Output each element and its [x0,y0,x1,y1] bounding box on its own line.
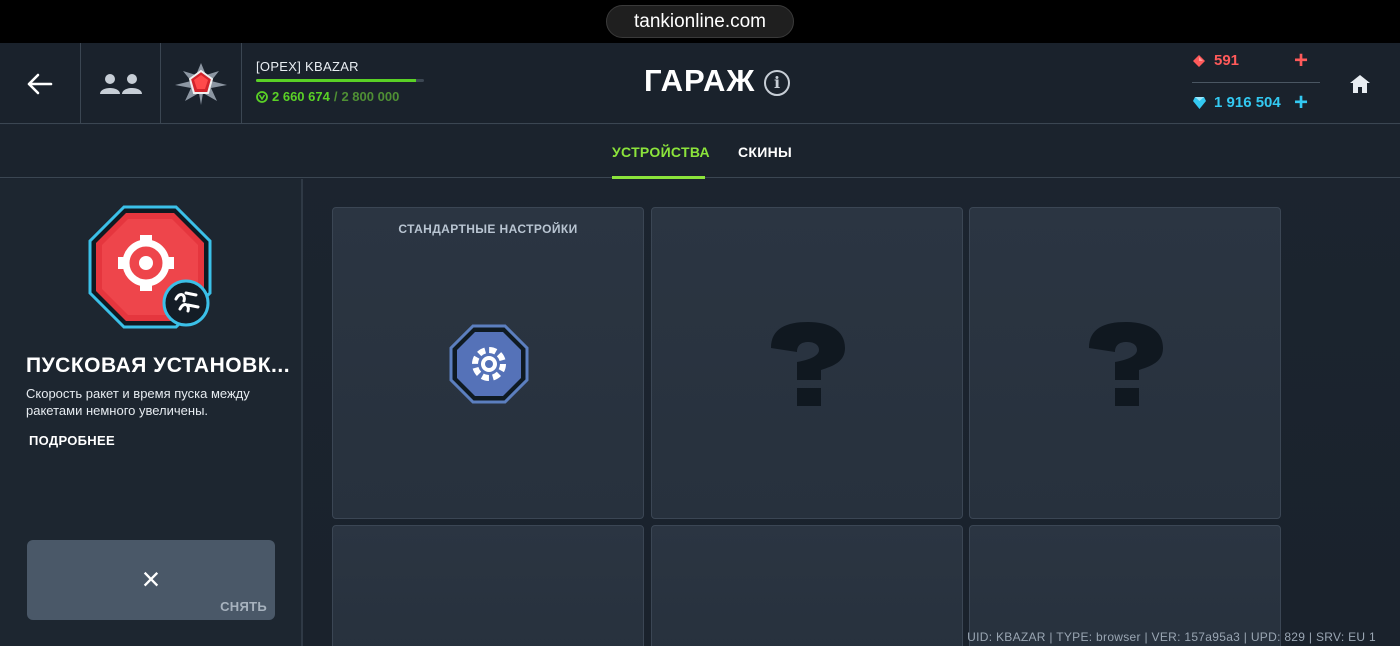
player-name: [OPEX] KBAZAR [256,59,359,74]
device-details-panel: ПУСКОВАЯ УСТАНОВК... Скорость ракет и вр… [0,179,303,646]
question-icon [763,638,853,646]
xp-separator: / [333,89,338,104]
currency-divider [1192,82,1320,83]
rank-button[interactable] [161,43,242,124]
ruby-balance: 591 + [1192,48,1320,72]
launcher-device-icon [88,205,212,329]
ruby-amount: 591 [1214,52,1240,69]
crystal-icon [1192,95,1208,111]
gear-icon [449,324,529,404]
top-header: [OPEX] KBAZAR 2 660 674 / 2 800 000 ГАРА… [0,43,1400,124]
crystal-amount: 1 916 504 [1214,94,1281,111]
info-button[interactable]: i [764,70,790,96]
device-card-locked[interactable] [969,525,1281,646]
remove-button[interactable]: × СНЯТЬ [27,540,275,620]
add-rubies-button[interactable]: + [1294,48,1308,72]
device-description: Скорость ракет и время пуска между ракет… [26,386,250,418]
rank-emblem-icon [175,62,227,105]
close-icon: × [141,561,161,597]
remove-label: СНЯТЬ [220,599,267,614]
back-button[interactable] [0,43,81,124]
xp-progress-fill [256,79,416,82]
xp-max: 2 800 000 [341,89,400,104]
device-card-locked[interactable] [651,525,963,646]
home-button[interactable] [1340,70,1380,98]
device-card-standard[interactable]: СТАНДАРТНЫЕ НАСТРОЙКИ [332,207,644,519]
device-name: ПУСКОВАЯ УСТАНОВК... [26,354,291,377]
tab-skins[interactable]: СКИНЫ [737,125,793,178]
xp-current: 2 660 674 [272,89,330,104]
card-caption: СТАНДАРТНЫЕ НАСТРОЙКИ [398,222,578,236]
add-crystals-button[interactable]: + [1294,90,1308,114]
more-details-link[interactable]: ПОДРОБНЕЕ [29,433,115,448]
tab-bar: УСТРОЙСТВА СКИНЫ [0,125,1400,179]
game-area: [OPEX] KBAZAR 2 660 674 / 2 800 000 ГАРА… [0,43,1400,646]
friends-icon [99,73,142,94]
home-icon [1350,75,1370,93]
device-card-locked[interactable] [332,525,644,646]
url-pill[interactable]: tankionline.com [606,5,794,38]
device-card-locked[interactable] [651,207,963,519]
tab-devices[interactable]: УСТРОЙСТВА [612,125,710,179]
arrow-left-icon [27,73,53,94]
xp-values: 2 660 674 / 2 800 000 [256,89,424,104]
device-card-locked[interactable] [969,207,1281,519]
question-icon [444,638,534,646]
experience-icon [256,90,268,103]
friends-button[interactable] [81,43,161,124]
browser-url-bar: tankionline.com [0,0,1400,43]
xp-progress-bar [256,79,424,82]
question-icon [771,322,845,406]
page-title: ГАРАЖ [644,63,756,98]
player-info: [OPEX] KBAZAR 2 660 674 / 2 800 000 [256,59,424,104]
build-info: UID: KBAZAR | TYPE: browser | VER: 157a9… [967,630,1376,644]
question-icon [1089,322,1163,406]
ruby-icon [1192,53,1208,69]
crystal-balance: 1 916 504 + [1192,90,1320,114]
